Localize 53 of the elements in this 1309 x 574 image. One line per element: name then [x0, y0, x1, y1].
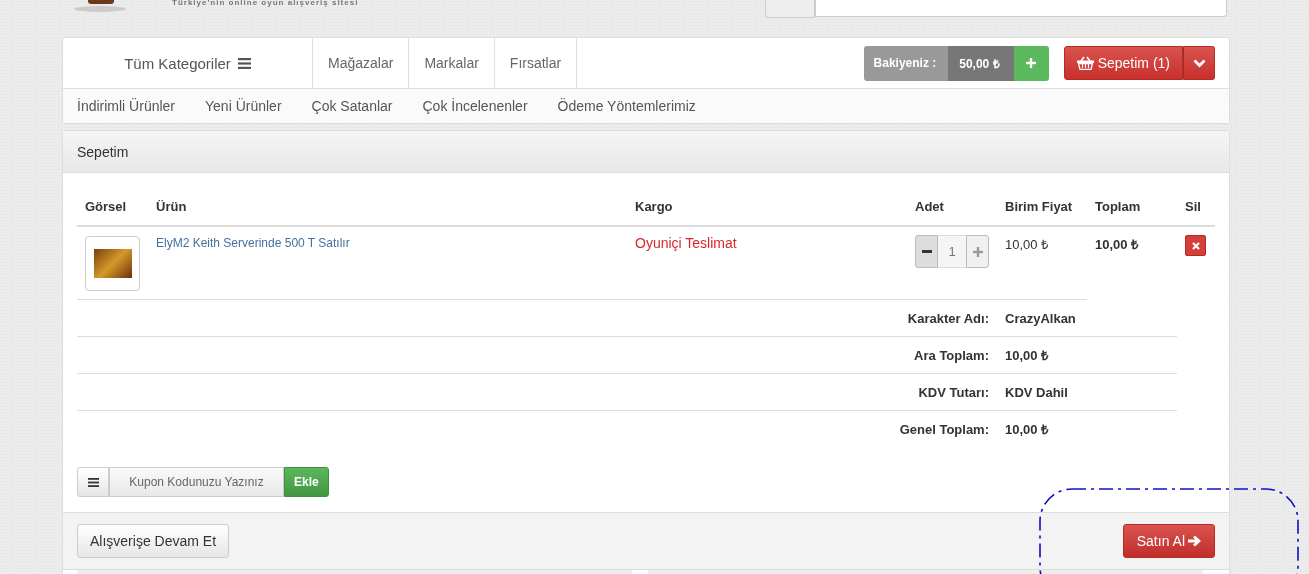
close-icon	[1191, 241, 1200, 250]
balance-amount: 50,00 ₺	[948, 45, 1014, 81]
summary-value: 10,00 ₺	[1004, 347, 1050, 364]
column-header: Kargo	[634, 199, 674, 216]
cart-button[interactable]: Sepetim (1)	[1063, 46, 1183, 80]
summary-value: KDV Dahil	[1004, 384, 1069, 400]
column-header: Adet	[914, 199, 945, 216]
quantity-field[interactable]: 1	[938, 235, 966, 268]
buy-button[interactable]: Satın Al	[1122, 524, 1215, 558]
add-balance-button[interactable]	[1013, 45, 1049, 81]
nav-link[interactable]: Markalar	[408, 38, 494, 88]
arrow-right-icon	[1188, 535, 1201, 547]
product-link[interactable]: ElyM2 Keith Serverinde 500 T Satılır	[156, 236, 350, 250]
panel-title: Sepetim	[77, 143, 129, 160]
unit-price: 10,00 ₺	[1005, 237, 1049, 252]
category-link[interactable]: Çok İncelenenler	[422, 98, 528, 114]
chevron-down-icon	[1192, 58, 1206, 68]
plus-icon	[1026, 58, 1037, 68]
category-link[interactable]: Yeni Ürünler	[205, 98, 282, 114]
summary-label: Ara Toplam:	[913, 347, 990, 363]
column-header: Birim Fiyat	[1004, 199, 1074, 216]
shipping-method: Oyuniçi Teslimat	[635, 235, 737, 251]
category-link[interactable]: Çok Satanlar	[311, 98, 393, 114]
coupon-field[interactable]: Kupon Kodunuzu Yazınız	[109, 467, 284, 497]
photo-placeholder	[93, 249, 132, 278]
category-link[interactable]: Ödeme Yöntemlerimiz	[557, 98, 696, 114]
column-header: Toplam	[1094, 199, 1142, 216]
category-link[interactable]: İndirimli Ürünler	[77, 98, 176, 114]
basket-icon	[1076, 56, 1094, 70]
decrease-button[interactable]	[915, 235, 938, 268]
search-field[interactable]	[815, 0, 1227, 17]
balance-label: Bakiyeniz :	[863, 45, 949, 81]
category-menu[interactable]: Tüm Kategoriler	[63, 38, 312, 88]
summary-value: 10,00 ₺	[1004, 421, 1050, 438]
menu-icon	[87, 477, 99, 487]
nav-link[interactable]: Mağazalar	[312, 38, 409, 88]
column-header: Sil	[1184, 199, 1202, 216]
minus-icon	[921, 250, 932, 253]
delete-button[interactable]	[1185, 235, 1206, 256]
continue-shopping-button[interactable]: Alışverişe Devam Et	[77, 524, 230, 558]
menu-button[interactable]	[77, 467, 109, 497]
logo-tagline: Türkiye'nin online oyun alışveriş sitesi	[172, 0, 359, 7]
column-header: Ürün	[155, 199, 188, 216]
summary-label: Genel Toplam:	[898, 421, 990, 437]
summary-value: CrazyAlkan	[1004, 310, 1077, 326]
plus-icon	[972, 246, 983, 257]
column-header: Görsel	[84, 199, 128, 216]
line-total: 10,00 ₺	[1095, 237, 1139, 252]
menu-icon	[237, 57, 251, 69]
summary-label: KDV Tutarı:	[917, 384, 990, 400]
cart-dropdown-button[interactable]	[1183, 46, 1215, 80]
summary-label: Karakter Adı:	[906, 310, 990, 326]
nav-link[interactable]: Fırsatlar	[493, 38, 578, 88]
